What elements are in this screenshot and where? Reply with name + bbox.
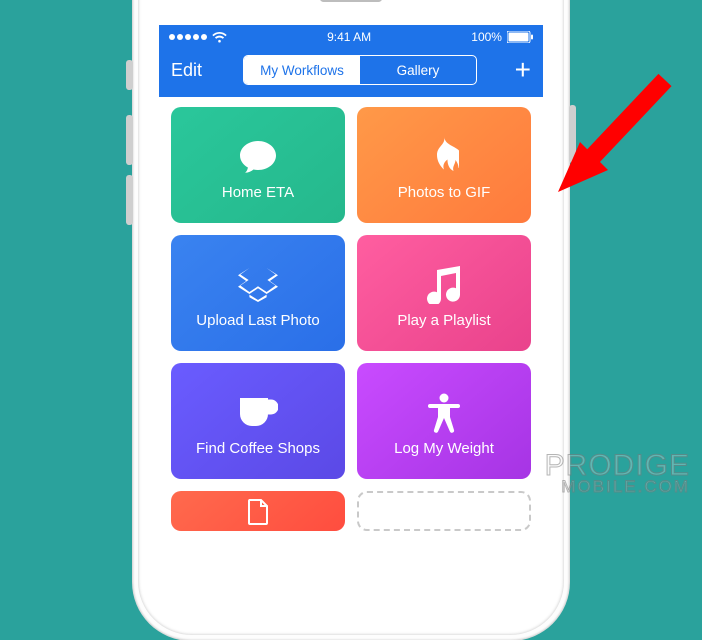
tile-label: Find Coffee Shops [196,440,320,457]
tile-label: Play a Playlist [397,312,490,329]
status-time: 9:41 AM [327,30,371,44]
workflow-grid: Home ETA Photos to GIF Upload Last Photo [159,97,543,541]
phone-frame: 9:41 AM 100% Edit My Workflows Gallery + [133,0,569,640]
earpiece-speaker [320,0,382,2]
tile-log-weight[interactable]: Log My Weight [357,363,531,479]
tile-find-coffee-shops[interactable]: Find Coffee Shops [171,363,345,479]
volume-down [126,175,133,225]
dropbox-icon [237,262,279,308]
coffee-cup-icon [238,390,278,436]
edit-button[interactable]: Edit [171,60,219,81]
tab-gallery[interactable]: Gallery [360,56,476,84]
tile-home-eta[interactable]: Home ETA [171,107,345,223]
top-bar: 9:41 AM 100% Edit My Workflows Gallery + [159,25,543,97]
screen: 9:41 AM 100% Edit My Workflows Gallery + [159,25,543,555]
mute-switch [126,60,133,90]
power-button [569,105,576,163]
document-icon [247,499,269,525]
speech-bubble-icon [238,134,278,180]
tab-my-workflows[interactable]: My Workflows [244,56,360,84]
battery-percent: 100% [471,30,502,44]
tile-photos-to-gif[interactable]: Photos to GIF [357,107,531,223]
tile-label: Log My Weight [394,440,494,457]
tile-partial[interactable] [171,491,345,531]
segmented-control: My Workflows Gallery [243,55,477,85]
status-bar: 9:41 AM 100% [159,25,543,47]
empty-tile-placeholder[interactable] [357,491,531,531]
flame-icon [429,134,459,180]
tile-upload-last-photo[interactable]: Upload Last Photo [171,235,345,351]
signal-icon [169,34,207,40]
music-note-icon [427,262,461,308]
tile-label: Upload Last Photo [196,312,319,329]
tile-play-playlist[interactable]: Play a Playlist [357,235,531,351]
battery-icon [507,31,533,43]
body-icon [427,390,461,436]
volume-up [126,115,133,165]
wifi-icon [212,32,227,43]
add-button[interactable]: + [501,60,531,80]
tile-label: Home ETA [222,184,294,201]
tile-label: Photos to GIF [398,184,491,201]
nav-bar: Edit My Workflows Gallery + [159,47,543,97]
